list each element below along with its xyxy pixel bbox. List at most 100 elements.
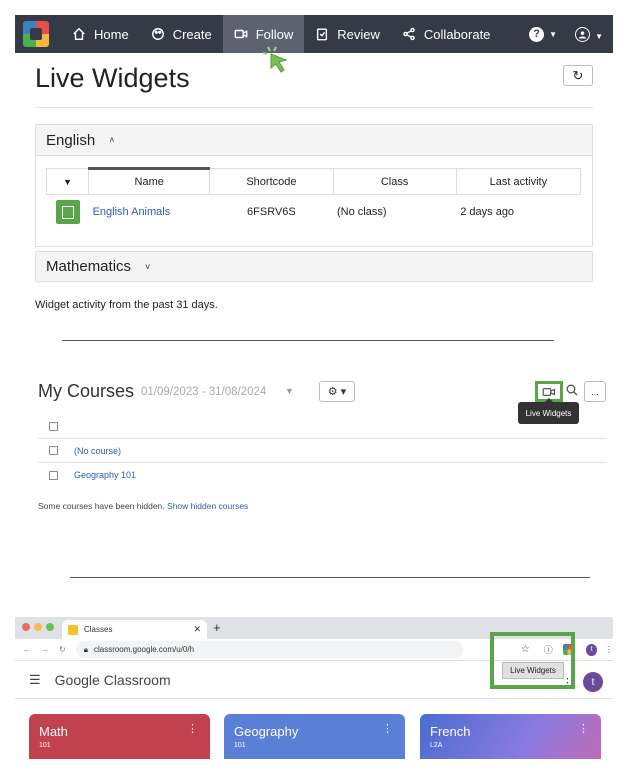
app-logo[interactable]: [23, 21, 49, 47]
help-icon: ?: [529, 26, 545, 42]
browser-menu-icon[interactable]: ⋮: [605, 645, 613, 654]
widget-name-link[interactable]: English Animals: [93, 206, 171, 218]
class-card-name: Math: [39, 724, 68, 739]
back-icon[interactable]: ←: [23, 645, 31, 654]
chevron-down-icon: ˅: [145, 261, 151, 272]
profile-avatar[interactable]: t: [586, 643, 597, 656]
column-header-last-activity[interactable]: Last activity: [455, 168, 582, 195]
classroom-logo[interactable]: Google Classroom: [55, 672, 171, 688]
english-panel-header[interactable]: English ˄: [36, 125, 592, 156]
class-card-name: French: [430, 724, 471, 739]
courses-title: My Courses: [38, 381, 135, 401]
course-link[interactable]: Geography 101: [74, 470, 136, 480]
class-card[interactable]: Geography 101 ⋮: [224, 714, 405, 759]
close-window-icon[interactable]: [22, 623, 30, 631]
lock-icon: 🔒︎: [83, 644, 88, 654]
more-vert-icon[interactable]: ⋮: [382, 722, 393, 735]
class-card[interactable]: French L2A ⋮: [420, 714, 601, 759]
nav-review-label: Review: [337, 26, 380, 42]
refresh-icon: ↻: [572, 67, 584, 83]
nav-create-label: Create: [172, 26, 212, 42]
palette-icon: [151, 28, 164, 40]
widgets-table: ▼ Name Shortcode Class Last activity Eng…: [45, 167, 582, 229]
edit-widget-icon: [55, 199, 80, 224]
course-header-row: [38, 415, 606, 439]
activity-note: Widget activity from the past 31 days.: [35, 299, 218, 311]
course-link[interactable]: (No course): [74, 446, 121, 456]
classroom-wordmark: Classroom: [103, 671, 171, 688]
class-card[interactable]: Math 101 ⋮: [29, 714, 210, 759]
nav-follow-label: Follow: [255, 26, 294, 42]
date-range-select[interactable]: 01/09/2023 - 31/08/2024: [141, 386, 266, 398]
browser-tab[interactable]: Classes ✕: [62, 620, 207, 639]
reload-icon[interactable]: ↻: [59, 645, 66, 654]
class-card-name: Geography: [234, 724, 299, 739]
more-options-button[interactable]: ...: [584, 381, 606, 402]
nav-create[interactable]: Create: [140, 15, 223, 53]
class-card-section: 101: [234, 742, 246, 749]
user-icon: [575, 26, 591, 42]
column-header-class[interactable]: Class: [332, 168, 457, 195]
maximize-window-icon[interactable]: [46, 623, 54, 631]
share-icon: [403, 27, 415, 41]
section-separator: [62, 340, 554, 341]
more-vert-icon[interactable]: ⋮: [578, 722, 589, 735]
course-checkbox[interactable]: [49, 470, 58, 480]
url-text: classroom.google.com/u/0/h: [93, 645, 195, 654]
class-card-section: 101: [39, 742, 51, 749]
page-title: Live Widgets: [35, 63, 190, 93]
settings-button[interactable]: ⚙ ▾: [319, 381, 355, 402]
table-row: Geography 101: [38, 463, 606, 487]
last-activity-cell: 2 days ago: [460, 205, 515, 218]
user-menu[interactable]: ▼: [575, 26, 603, 42]
extension-menu-item[interactable]: Live Widgets: [502, 662, 564, 679]
table-row: (No course): [38, 439, 606, 463]
search-button[interactable]: [566, 384, 578, 399]
search-icon: [566, 384, 578, 396]
show-hidden-link[interactable]: Show hidden courses: [167, 501, 248, 511]
column-header-name[interactable]: Name: [88, 167, 211, 195]
filter-icon: ▼: [63, 176, 72, 187]
click-cursor-icon: [262, 46, 288, 73]
panel-heading: Mathematics: [46, 258, 132, 275]
panel-heading: English: [46, 131, 96, 149]
chevron-up-icon: ˄: [109, 135, 115, 145]
course-checkbox[interactable]: [49, 446, 58, 455]
tab-title: Classes: [84, 625, 113, 634]
hamburger-menu-icon[interactable]: ☰: [29, 672, 41, 688]
home-icon: [73, 27, 85, 40]
column-header-shortcode[interactable]: Shortcode: [209, 168, 334, 195]
classroom-favicon-icon: [68, 624, 78, 635]
gear-icon: ⚙ ▾: [327, 386, 347, 398]
new-tab-button[interactable]: +: [213, 620, 221, 635]
class-cell: (No class): [337, 205, 387, 218]
hidden-courses-note: Some courses have been hidden. Show hidd…: [38, 501, 248, 511]
forward-icon[interactable]: →: [41, 645, 49, 654]
widget-icon-cell: [47, 195, 89, 229]
google-wordmark: Google: [54, 671, 100, 688]
class-card-section: L2A: [430, 742, 443, 749]
select-all-checkbox[interactable]: [49, 422, 58, 431]
minimize-window-icon[interactable]: [34, 623, 42, 631]
close-icon[interactable]: ✕: [193, 624, 201, 635]
top-navbar: Home Create Follow Review Collaborate ? ▼…: [15, 15, 613, 53]
math-panel: Mathematics ˅: [35, 251, 593, 282]
hidden-note-text: Some courses have been hidden.: [38, 501, 165, 511]
math-panel-header[interactable]: Mathematics ˅: [36, 252, 592, 281]
more-vert-icon[interactable]: ⋮: [187, 722, 198, 735]
help-menu[interactable]: ? ▼: [529, 26, 557, 42]
address-bar[interactable]: 🔒︎ classroom.google.com/u/0/h: [75, 641, 463, 658]
classroom-avatar[interactable]: t: [583, 672, 603, 692]
nav-home-label: Home: [94, 26, 129, 42]
refresh-button[interactable]: ↻: [563, 65, 593, 86]
nav-review[interactable]: Review: [304, 15, 391, 53]
divider: [35, 107, 593, 108]
chevron-down-icon: ▼: [595, 31, 603, 41]
table-header-row: ▼ Name Shortcode Class Last activity: [45, 167, 582, 195]
nav-collaborate[interactable]: Collaborate: [391, 15, 502, 53]
nav-collaborate-label: Collaborate: [423, 26, 491, 42]
chevron-down-icon: ▼: [285, 386, 294, 396]
widget-name-cell: English Animals: [89, 195, 210, 229]
filter-button[interactable]: ▼: [45, 168, 90, 195]
nav-home[interactable]: Home: [61, 15, 140, 53]
